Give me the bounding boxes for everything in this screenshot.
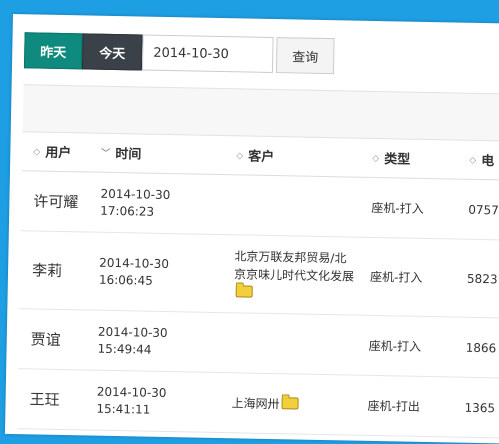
user-cell: 李莉 [19,230,89,310]
sort-icon: ◇ [469,155,477,166]
client-cell: 北京万联友邦贸易/北京京味儿时代文化发展 [222,234,360,316]
sort-icon: ◇ [372,153,380,165]
client-link[interactable]: 北京万联友邦贸易/北京京味儿时代文化发展 [234,249,354,283]
date-text: 2014-10-30 [96,384,167,400]
type-cell: 座机-打入 [357,315,456,378]
date-toolbar: 昨天 今天 查询 [23,32,335,75]
clock-text: 16:06:45 [98,272,153,288]
client-cell [223,174,361,238]
folder-icon[interactable] [235,284,253,298]
client-link[interactable]: 上海网卅 [231,396,279,411]
time-cell: 2014-10-30 15:41:11 [85,369,222,433]
client-cell: 上海网卅 [220,372,358,436]
query-button[interactable]: 查询 [275,37,335,75]
chevron-down-icon: ﹀ [101,148,111,159]
client-cell [221,312,359,376]
folder-icon[interactable] [281,396,299,410]
yesterday-button[interactable]: 昨天 [23,32,83,70]
column-header-type[interactable]: ◇ 类型 [360,136,459,180]
time-cell: 2014-10-30 16:06:45 [87,231,224,313]
date-text: 2014-10-30 [99,255,170,271]
table-row[interactable]: 李莉 2014-10-30 16:06:45 北京万联友邦贸易/北京京味儿时代文化… [19,230,499,319]
type-cell: 座机-打出 [355,375,455,438]
table-row[interactable]: 贾谊 2014-10-30 15:49:44 座机-打入 1866 [18,308,499,379]
table-row[interactable]: 许可耀 2014-10-30 17:06:23 座机-打入 0757 [20,170,499,241]
clock-text: 15:49:44 [97,341,152,357]
call-log-table: ◇ 用户 ﹀ 时间 ◇ 客户 ◇ 类型 ◇ 电 许可耀 2014-10-30 17:06:2… [17,130,499,439]
date-text: 2014-10-30 [97,324,168,340]
column-header-user[interactable]: ◇ 用户 [21,130,91,173]
user-cell: 贾谊 [18,308,88,370]
user-cell: 王玨 [17,368,87,430]
column-header-time[interactable]: ﹀ 时间 [89,131,226,175]
phone-cell: 1365 [452,377,499,439]
phone-cell: 5823 [455,239,499,319]
phone-cell: 0757 [456,179,499,241]
user-cell: 许可耀 [20,170,90,232]
clock-text: 17:06:23 [100,203,155,219]
table-row[interactable]: 王玨 2014-10-30 15:41:11 上海网卅 座机-打出 1365 [17,368,499,439]
time-cell: 2014-10-30 15:49:44 [86,309,223,373]
time-cell: 2014-10-30 17:06:23 [88,172,225,235]
column-header-phone[interactable]: ◇ 电 [457,138,499,181]
date-text: 2014-10-30 [100,186,171,202]
type-cell: 座机-打入 [358,237,457,318]
column-header-client[interactable]: ◇ 客户 [224,134,362,178]
sort-icon: ◇ [236,151,244,162]
type-cell: 座机-打入 [359,177,458,240]
clock-text: 15:41:11 [96,401,151,417]
call-log-panel: 昨天 今天 查询 ◇用户 ﹀时间 ◇客户 ◇类型 ◇电 许可耀 2014-10-… [4,14,499,444]
phone-cell: 1866 [454,317,499,379]
sort-icon: ◇ [33,147,41,158]
today-button[interactable]: 今天 [81,33,143,71]
date-input[interactable] [141,34,274,74]
